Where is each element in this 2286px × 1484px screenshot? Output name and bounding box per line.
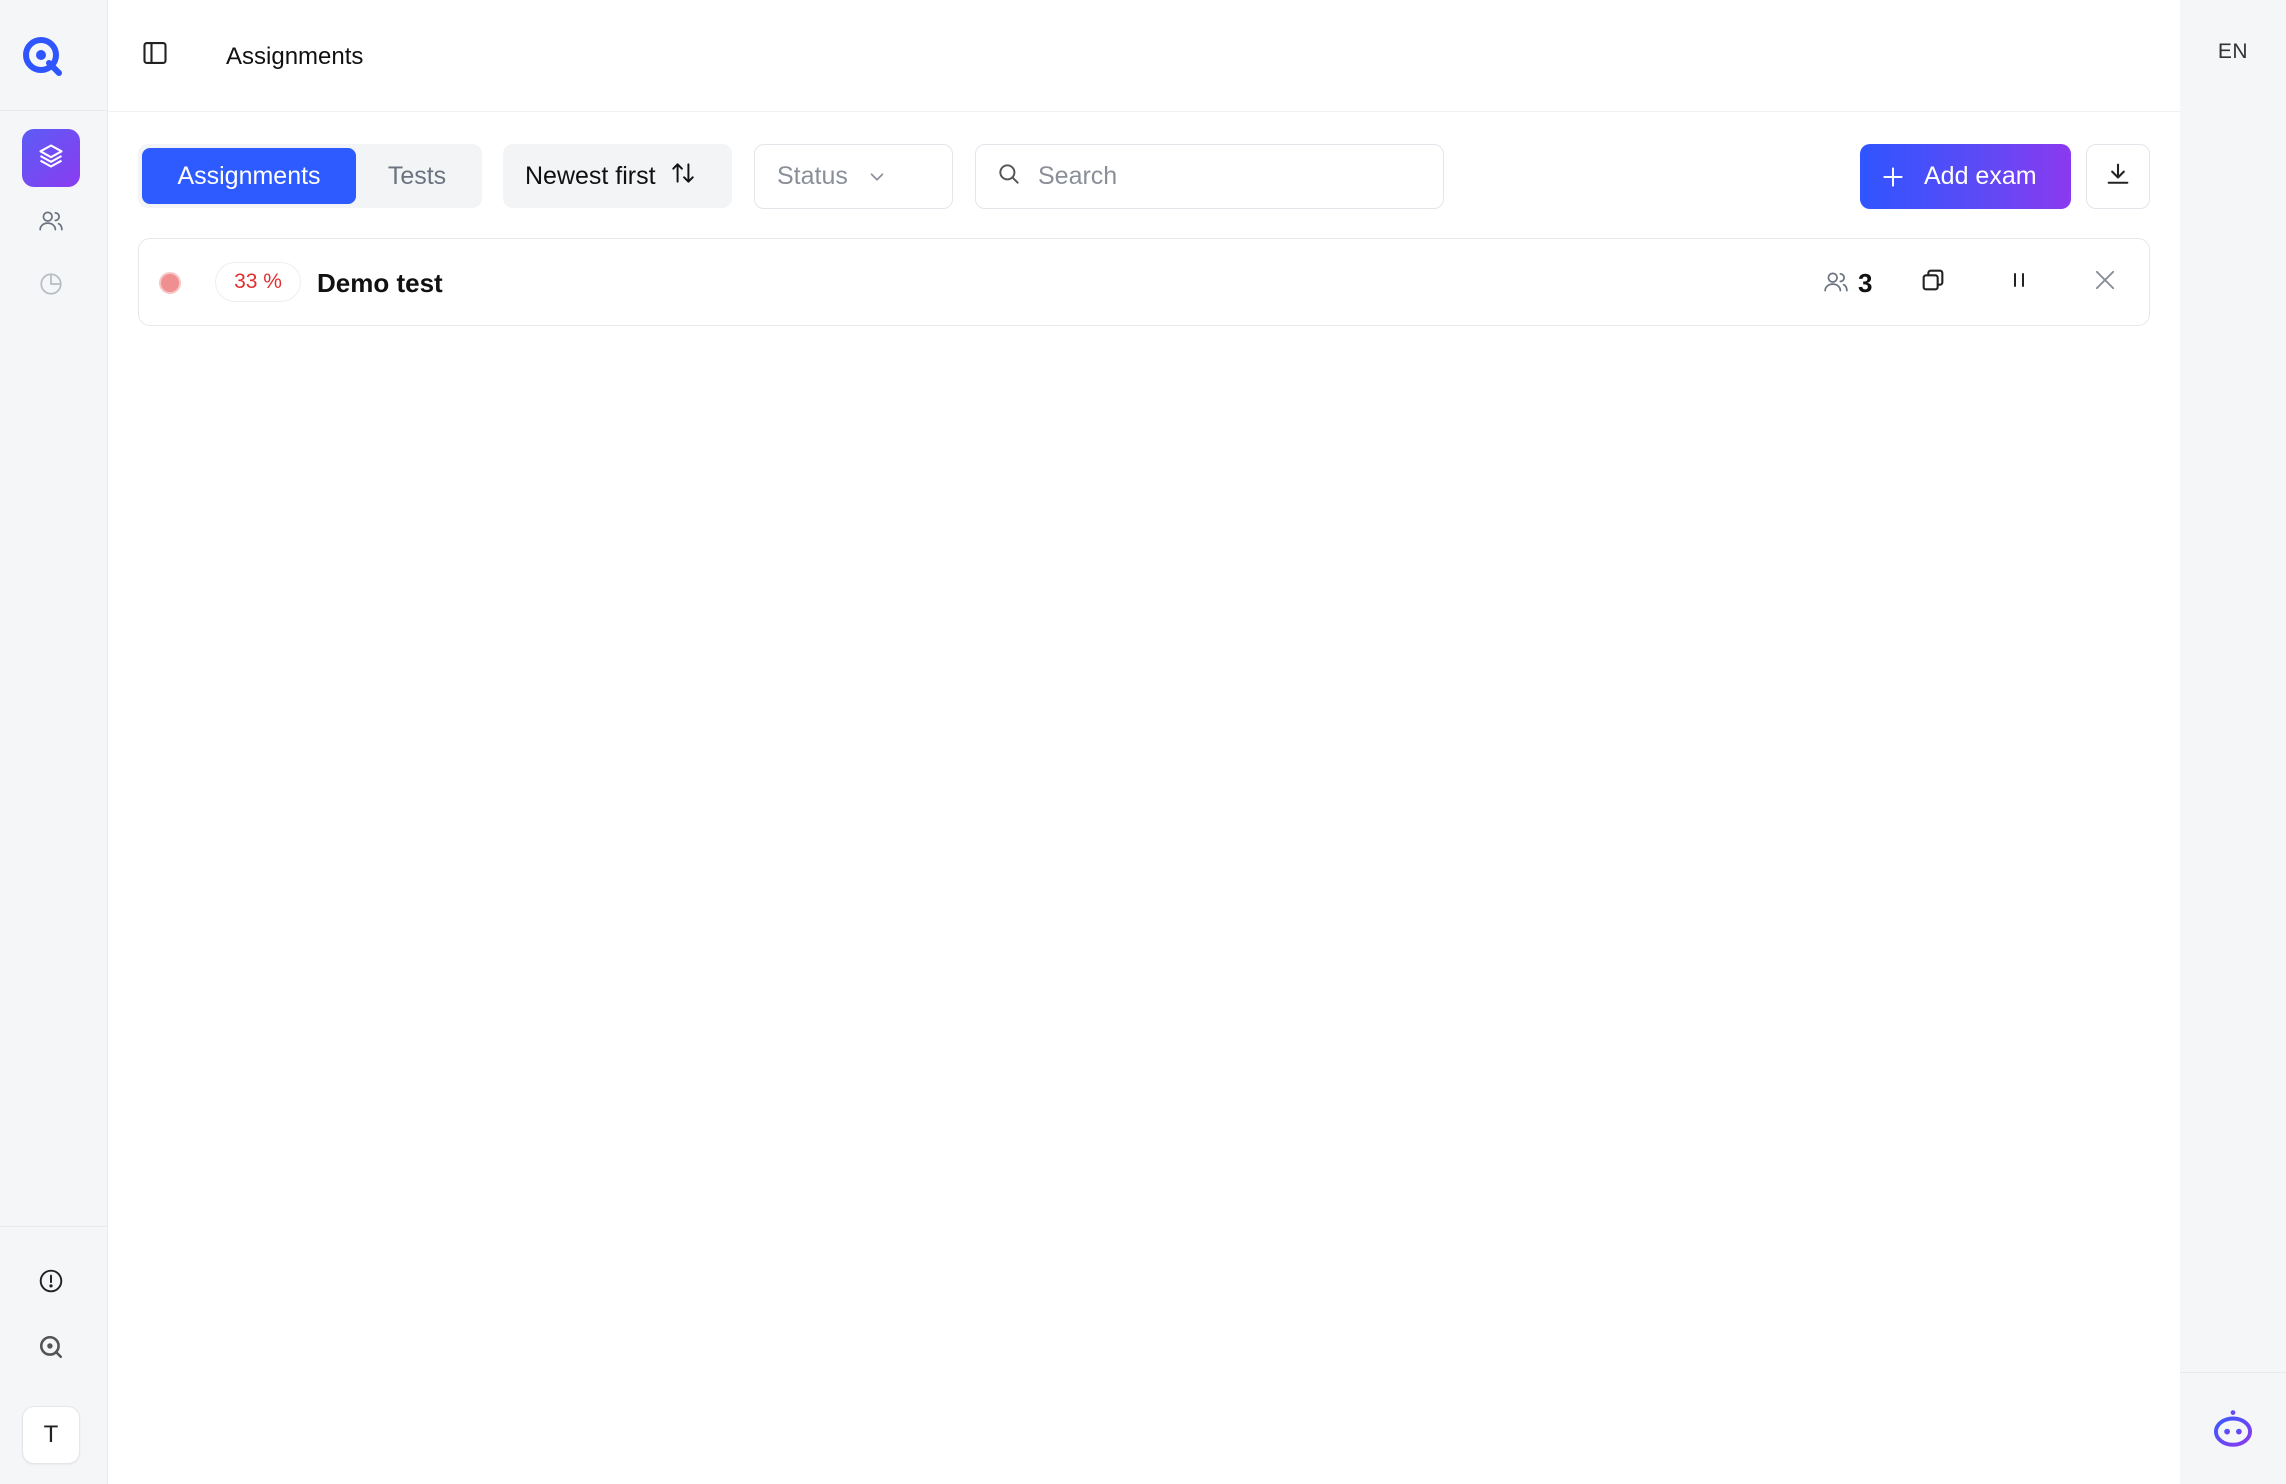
close-icon	[2091, 266, 2119, 299]
view-switcher: Assignments Tests	[138, 144, 482, 208]
copy-icon	[1919, 266, 1947, 299]
nav-users-button[interactable]	[32, 204, 70, 242]
page-title: Assignments	[226, 43, 364, 70]
sort-arrows-icon	[670, 160, 696, 193]
left-sidebar: T	[0, 0, 108, 1484]
app-logo-icon[interactable]	[20, 34, 66, 80]
progress-badge: 33 %	[215, 262, 301, 302]
pause-button[interactable]	[2000, 263, 2038, 301]
info-icon	[38, 1268, 64, 1299]
nav-reports-button[interactable]	[32, 267, 70, 305]
sidebar-toggle-icon	[141, 39, 169, 72]
sort-button[interactable]: Newest first	[503, 144, 732, 208]
download-button[interactable]	[2086, 144, 2150, 209]
robot-icon	[2212, 1408, 2254, 1455]
search-icon	[996, 161, 1022, 192]
tab-assignments[interactable]: Assignments	[142, 148, 356, 204]
brand-search-button[interactable]	[32, 1330, 70, 1368]
sidebar-divider	[0, 110, 108, 111]
delete-button[interactable]	[2086, 263, 2124, 301]
assignment-row[interactable]: 33 % Demo test 3	[138, 238, 2150, 326]
assignment-title: Demo test	[317, 268, 443, 298]
sidebar-toggle-button[interactable]	[140, 40, 170, 70]
search-input[interactable]	[1038, 162, 1418, 191]
pie-chart-icon	[38, 271, 64, 302]
chevron-down-icon	[866, 166, 888, 188]
nav-assignments-button[interactable]	[22, 129, 80, 187]
user-avatar[interactable]: T	[22, 1406, 80, 1464]
status-filter-label: Status	[777, 162, 848, 190]
status-filter-select[interactable]: Status	[754, 144, 953, 209]
info-button[interactable]	[32, 1264, 70, 1302]
layers-icon	[37, 142, 65, 175]
right-sidebar: EN	[2180, 0, 2286, 1484]
sidebar-divider	[0, 1226, 108, 1227]
sidebar-divider	[2180, 1372, 2286, 1373]
download-icon	[2104, 160, 2132, 193]
duplicate-button[interactable]	[1914, 263, 1952, 301]
add-exam-label: Add exam	[1924, 162, 2037, 190]
participants-count: 3	[1858, 268, 1873, 298]
add-exam-button[interactable]: Add exam	[1860, 144, 2071, 209]
users-icon	[38, 208, 64, 239]
search-box	[975, 144, 1444, 209]
search-logo-icon	[38, 1334, 64, 1365]
tab-tests[interactable]: Tests	[356, 148, 478, 204]
status-dot	[159, 272, 181, 294]
assistant-button[interactable]	[2210, 1408, 2256, 1454]
sort-label: Newest first	[525, 161, 656, 190]
language-switcher[interactable]: EN	[2180, 40, 2286, 64]
plus-icon	[1880, 164, 1906, 190]
top-header: Assignments	[108, 0, 2180, 112]
pause-icon	[2007, 268, 2031, 297]
participants-icon	[1823, 269, 1849, 295]
